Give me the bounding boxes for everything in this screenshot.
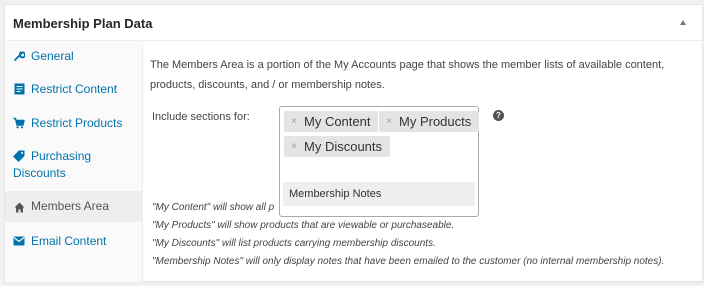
- members-area-panel: The Members Area is a portion of the My …: [144, 41, 702, 282]
- wrench-icon: [13, 49, 25, 63]
- tag-icon: [13, 149, 25, 163]
- section-notes: "My Content" will show all p "My Product…: [152, 199, 702, 271]
- tab-label: Members Area: [31, 199, 110, 213]
- tab-members-area[interactable]: Members Area: [5, 191, 143, 222]
- membership-plan-data-panel: Membership Plan Data General Restrict Co…: [4, 4, 703, 282]
- note-line: "My Content" will show all p: [152, 202, 275, 213]
- envelope-icon: [13, 234, 25, 248]
- note-line: "Membership Notes" will only display not…: [152, 256, 665, 267]
- document-icon: [13, 82, 25, 96]
- tab-email-content[interactable]: Email Content: [5, 234, 143, 252]
- note-line: "My Discounts" will list products carryi…: [152, 238, 436, 249]
- remove-icon[interactable]: ×: [386, 111, 392, 132]
- tab-label: Purchasing: [31, 149, 92, 163]
- tab-label: Restrict Products: [31, 116, 123, 130]
- include-sections-label: Include sections for:: [152, 111, 250, 123]
- collapse-arrow-icon[interactable]: [680, 20, 686, 25]
- chip-label: My Products: [399, 114, 472, 129]
- panel-title: Membership Plan Data: [13, 16, 153, 31]
- tab-restrict-content[interactable]: Restrict Content: [5, 82, 143, 100]
- tab-general[interactable]: General: [5, 49, 143, 67]
- tab-label: General: [31, 49, 74, 63]
- cart-icon: [13, 116, 25, 130]
- selected-chip-my-products[interactable]: × My Products: [379, 111, 480, 132]
- description-text: The Members Area is a portion of the My …: [150, 59, 665, 91]
- help-icon[interactable]: ?: [493, 110, 504, 121]
- tab-label-line2: Discounts: [13, 166, 66, 180]
- tab-restrict-products[interactable]: Restrict Products: [5, 116, 143, 134]
- tab-list: General Restrict Content Restrict Produc…: [5, 41, 143, 282]
- remove-icon[interactable]: ×: [291, 111, 297, 132]
- tab-purchasing-discounts[interactable]: Purchasing Discounts: [5, 149, 143, 185]
- remove-icon[interactable]: ×: [291, 136, 297, 157]
- note-line: "My Products" will show products that ar…: [152, 220, 455, 231]
- selected-chip-my-content[interactable]: × My Content: [284, 111, 379, 132]
- tab-label: Restrict Content: [31, 82, 118, 96]
- tab-label: Email Content: [31, 234, 107, 248]
- chip-label: My Discounts: [304, 139, 383, 154]
- home-icon: [13, 200, 25, 214]
- panel-header: Membership Plan Data: [5, 5, 702, 41]
- chip-label: My Content: [304, 114, 371, 129]
- selected-chip-my-discounts[interactable]: × My Discounts: [284, 136, 391, 157]
